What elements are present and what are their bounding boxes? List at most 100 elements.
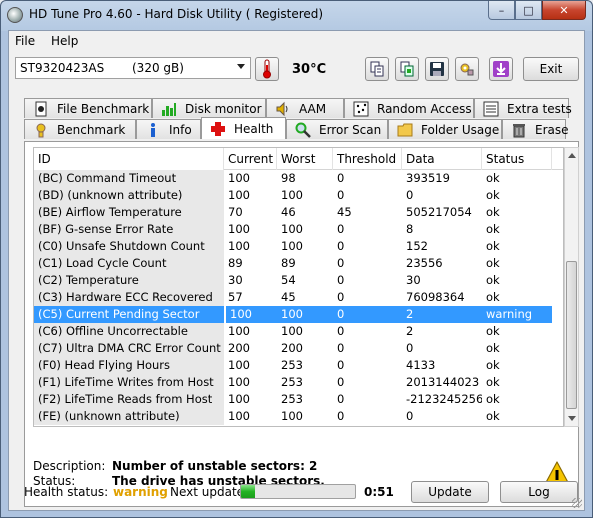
tab-random-access[interactable]: Random Access	[344, 98, 474, 118]
column-header-threshold[interactable]: Threshold	[333, 148, 402, 170]
tab-label: Health	[234, 121, 274, 136]
cell-threshold: 0	[337, 239, 345, 253]
thermometer-button[interactable]	[255, 57, 279, 81]
cell-data: 0	[406, 341, 414, 355]
column-header-status[interactable]: Status	[482, 148, 552, 170]
cell-status: ok	[486, 375, 500, 389]
cell-worst: 100	[277, 306, 333, 323]
table-row[interactable]: (F1) LifeTime Writes from Host 100 253 0 201…	[34, 374, 563, 391]
cell-data: 8	[406, 222, 414, 236]
cell-data: 30	[406, 273, 421, 287]
cell-threshold: 0	[337, 392, 345, 406]
table-row[interactable]: (C3) Hardware ECC Recovered 57 45 0 76098364…	[34, 289, 563, 306]
cell-current: 100	[224, 306, 277, 323]
exit-button[interactable]: Exit	[523, 57, 579, 81]
cell-threshold: 0	[337, 375, 345, 389]
cell-status: ok	[486, 205, 500, 219]
table-row[interactable]: (C2) Temperature 30 54 0 30 ok	[34, 272, 563, 289]
table-row[interactable]: (C5) Current Pending Sector 100 100 0 2 warni…	[34, 306, 563, 323]
close-button[interactable]: ✕	[542, 1, 586, 20]
cell-worst: 253	[281, 375, 303, 389]
tab-extra-tests[interactable]: Extra tests	[474, 98, 572, 118]
table-body: (BC) Command Timeout 100 98 0 393519 ok (BD) (…	[34, 170, 563, 425]
cell-current: 100	[228, 409, 250, 423]
table-row[interactable]: (C0) Unsafe Shutdown Count 100 100 0 152 ok	[34, 238, 563, 255]
save-button[interactable]	[425, 57, 449, 81]
tab-disk-monitor[interactable]: Disk monitor	[152, 98, 266, 118]
table-row[interactable]: (BE) Airflow Temperature 70 46 45 505217054 o…	[34, 204, 563, 221]
column-header-id[interactable]: ID	[34, 148, 224, 170]
menu-file[interactable]: File	[15, 34, 35, 48]
cell-id: (C1) Load Cycle Count	[34, 255, 224, 272]
column-header-current[interactable]: Current	[224, 148, 277, 170]
download-icon	[493, 61, 509, 77]
tab-error-scan[interactable]: Error Scan	[286, 119, 388, 139]
table-row[interactable]: (BF) G-sense Error Rate 100 100 0 8 ok	[34, 221, 563, 238]
minimize-button[interactable]: –	[488, 1, 515, 20]
cell-data: 152	[406, 239, 428, 253]
cell-status: ok	[486, 324, 500, 338]
options-button[interactable]	[455, 57, 479, 81]
log-button[interactable]: Log	[500, 481, 578, 503]
cell-current: 70	[228, 205, 243, 219]
cell-threshold: 0	[333, 306, 402, 323]
trash-icon	[513, 123, 525, 137]
smart-attributes-table[interactable]: ID Current Worst Threshold Data Status (…	[33, 147, 564, 427]
cell-status: ok	[486, 341, 500, 355]
tab-aam[interactable]: AAM	[266, 98, 344, 118]
cell-current: 100	[228, 171, 250, 185]
progress-fill	[241, 485, 255, 498]
cell-worst: 100	[281, 239, 303, 253]
cell-id: (BD) (unknown attribute)	[34, 187, 224, 204]
health-status-value: warning	[113, 485, 168, 499]
cell-status: ok	[486, 239, 500, 253]
title-bar[interactable]: HD Tune Pro 4.60 - Hard Disk Utility ( R…	[1, 1, 592, 29]
copy-button[interactable]	[365, 57, 389, 81]
update-button[interactable]: Update	[411, 481, 489, 503]
tab-label: File Benchmark	[57, 101, 150, 116]
table-scrollbar[interactable]	[564, 147, 579, 427]
tab-benchmark[interactable]: Benchmark	[24, 119, 136, 139]
cell-id: (FE) (unknown attribute)	[34, 408, 224, 425]
cell-current: 100	[228, 375, 250, 389]
table-row[interactable]: (F2) LifeTime Reads from Host 100 253 0 -212…	[34, 391, 563, 408]
cell-worst: 100	[281, 324, 303, 338]
cell-current: 100	[228, 324, 250, 338]
tab-info[interactable]: Info	[136, 119, 201, 139]
cell-current: 30	[228, 273, 243, 287]
scrollbar-thumb[interactable]	[566, 261, 577, 409]
copy-icon	[370, 61, 384, 77]
cell-worst: 45	[281, 290, 296, 304]
cell-status: ok	[486, 358, 500, 372]
column-header-data[interactable]: Data	[402, 148, 482, 170]
table-row[interactable]: (FE) (unknown attribute) 100 100 0 0 ok	[34, 408, 563, 425]
speaker-icon	[276, 101, 288, 116]
table-row[interactable]: (C1) Load Cycle Count 89 89 0 23556 ok	[34, 255, 563, 272]
drive-select[interactable]: ST9320423AS (320 gB)	[15, 57, 251, 79]
table-row[interactable]: (F0) Head Flying Hours 100 253 0 4133 ok	[34, 357, 563, 374]
maximize-button[interactable]: □	[515, 1, 542, 20]
cell-id: (F1) LifeTime Writes from Host	[34, 374, 224, 391]
table-row[interactable]: (C7) Ultra DMA CRC Error Count 200 200 0 0 ok	[34, 340, 563, 357]
tab-folder-usage[interactable]: Folder Usage	[388, 119, 502, 139]
resize-grip[interactable]	[572, 498, 582, 508]
chevron-down-icon	[237, 64, 245, 69]
menu-bar: File Help	[9, 31, 584, 51]
download-button[interactable]	[489, 57, 513, 81]
table-row[interactable]: (BD) (unknown attribute) 100 100 0 0 ok	[34, 187, 563, 204]
scroll-up-arrow-icon[interactable]	[568, 153, 576, 158]
tab-file-benchmark[interactable]: File Benchmark	[24, 98, 152, 118]
table-row[interactable]: (C6) Offline Uncorrectable 100 100 0 2 ok	[34, 323, 563, 340]
client-area: File Help ST9320423AS (320 gB) 30°C Exit…	[8, 30, 585, 511]
description-value: Number of unstable sectors: 2	[112, 459, 318, 473]
table-row[interactable]: (BC) Command Timeout 100 98 0 393519 ok	[34, 170, 563, 187]
tab-erase[interactable]: Erase	[502, 119, 569, 139]
tab-health[interactable]: Health	[201, 117, 286, 139]
scroll-down-arrow-icon[interactable]	[568, 416, 576, 421]
column-header-worst[interactable]: Worst	[277, 148, 333, 170]
tab-label: Benchmark	[57, 122, 126, 137]
cell-id: (C7) Ultra DMA CRC Error Count	[34, 340, 224, 357]
menu-help[interactable]: Help	[51, 34, 78, 48]
file-benchmark-icon	[35, 101, 47, 116]
copy-all-button[interactable]	[395, 57, 419, 81]
